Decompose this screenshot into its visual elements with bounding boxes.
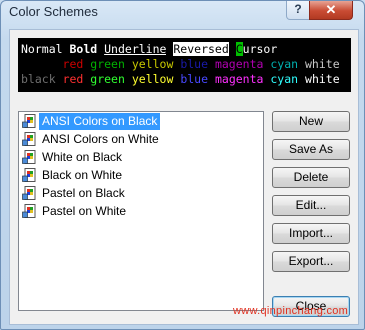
preview-segment: [56, 72, 63, 86]
preview-segment: [208, 72, 215, 86]
list-item[interactable]: Black on White: [20, 167, 262, 184]
scheme-label: White on Black: [42, 150, 123, 164]
list-item[interactable]: Pastel on White: [20, 203, 262, 220]
color-preview-panel: Normal Bold Underline Reversed Cursor re…: [18, 38, 351, 92]
preview-segment: yellow: [131, 72, 174, 86]
save-as-button[interactable]: Save As: [272, 139, 350, 160]
new-button[interactable]: New: [272, 111, 350, 132]
scheme-label: Pastel on White: [42, 204, 127, 218]
preview-segment: [298, 72, 305, 86]
preview-segment: ursor: [242, 42, 278, 56]
preview-line-3: black red green yellow blue magenta cyan…: [18, 72, 351, 87]
scheme-label: ANSI Colors on Black: [39, 113, 161, 130]
preview-segment: green: [90, 72, 125, 86]
preview-segment: white: [305, 57, 340, 71]
preview-segment: [125, 57, 132, 71]
list-item[interactable]: ANSI Colors on Black: [20, 113, 262, 130]
export-button[interactable]: Export...: [272, 251, 350, 272]
preview-segment: Bold: [69, 42, 98, 56]
color-scheme-icon: [22, 132, 36, 146]
preview-segment: blue: [180, 57, 209, 71]
preview-segment: [125, 72, 132, 86]
preview-segment: black: [21, 72, 56, 86]
preview-segment: red: [62, 72, 84, 86]
color-scheme-icon: [22, 150, 36, 164]
color-scheme-icon: [22, 114, 36, 128]
color-scheme-icon: [22, 168, 36, 182]
scheme-label: Pastel on Black: [42, 186, 125, 200]
preview-segment: blue: [180, 72, 209, 86]
import-button[interactable]: Import...: [272, 223, 350, 244]
close-window-button[interactable]: ✕: [309, 1, 353, 20]
dialog-body: Normal Bold Underline Reversed Cursor re…: [9, 29, 359, 325]
list-item[interactable]: ANSI Colors on White: [20, 131, 262, 148]
help-button[interactable]: ?: [286, 1, 310, 20]
scheme-list[interactable]: ANSI Colors on Black ANSI Colors on White…: [18, 111, 264, 311]
dialog-title: Color Schemes: [9, 4, 98, 19]
preview-segment: magenta: [214, 72, 264, 86]
color-scheme-icon: [22, 186, 36, 200]
preview-segment: Normal: [21, 42, 63, 56]
preview-segment: cyan: [270, 57, 299, 71]
preview-segment: [298, 57, 305, 71]
preview-segment: cyan: [270, 72, 299, 86]
color-scheme-icon: [22, 204, 36, 218]
preview-segment: Reversed: [173, 42, 229, 56]
preview-segment: [208, 57, 215, 71]
preview-line-1: Normal Bold Underline Reversed Cursor: [18, 42, 351, 57]
color-schemes-dialog: Color Schemes ? ✕ Normal Bold Underline …: [0, 0, 365, 330]
preview-segment: green: [90, 57, 125, 71]
list-item[interactable]: Pastel on Black: [20, 185, 262, 202]
preview-segment: Underline: [104, 42, 167, 56]
preview-segment: white: [305, 72, 340, 86]
scheme-label: ANSI Colors on White: [42, 132, 159, 146]
preview-segment: magenta: [214, 57, 264, 71]
preview-segment: yellow: [131, 57, 174, 71]
delete-button[interactable]: Delete: [272, 167, 350, 188]
scheme-label: Black on White: [42, 168, 123, 182]
preview-segment: red: [62, 57, 84, 71]
edit-button[interactable]: Edit...: [272, 195, 350, 216]
preview-segment: [21, 57, 63, 71]
preview-line-2: red green yellow blue magenta cyan white: [18, 57, 351, 72]
preview-segment: C: [235, 42, 243, 56]
preview-segment: [228, 42, 236, 56]
watermark-text: www.qinpinchang.com: [233, 305, 349, 317]
list-item[interactable]: White on Black: [20, 149, 262, 166]
